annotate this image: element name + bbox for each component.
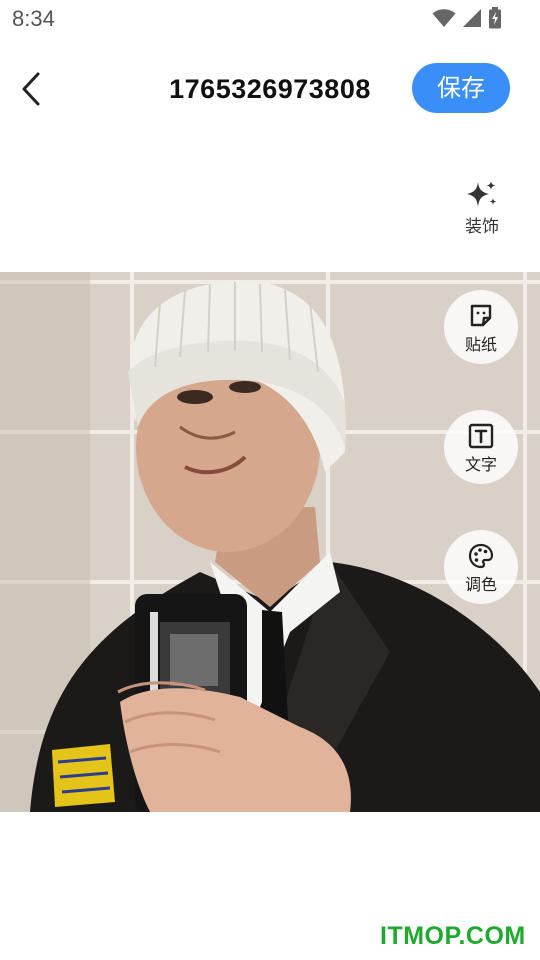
title-bar: 1765326973808 保存 — [0, 56, 540, 122]
sticker-label: 贴纸 — [464, 335, 497, 354]
decorate-button[interactable]: 装饰 — [452, 180, 512, 240]
photo-canvas[interactable]: 贴纸 文字 调色 — [0, 272, 540, 812]
sticker-icon — [470, 304, 492, 327]
sparkle-icon — [467, 181, 497, 207]
chevron-left-icon — [22, 72, 40, 106]
watermark: ITMOP.COM — [380, 922, 526, 950]
save-button[interactable]: 保存 — [412, 63, 510, 113]
status-icons — [432, 6, 502, 30]
status-bar: 8:34 — [0, 0, 540, 40]
page-title: 1765326973808 — [169, 74, 371, 104]
battery-charging-icon — [489, 7, 501, 29]
palette-icon — [468, 543, 494, 569]
sticker-button[interactable]: 贴纸 — [444, 290, 518, 364]
text-button[interactable]: 文字 — [444, 410, 518, 484]
status-time: 8:34 — [12, 6, 55, 31]
wifi-icon — [432, 9, 456, 27]
text-icon — [468, 423, 494, 449]
color-adjust-button[interactable]: 调色 — [444, 530, 518, 604]
decorate-label: 装饰 — [465, 217, 499, 237]
back-button[interactable] — [14, 68, 50, 110]
color-adjust-label: 调色 — [464, 575, 497, 594]
cell-signal-icon — [463, 9, 481, 27]
text-label: 文字 — [464, 455, 497, 474]
